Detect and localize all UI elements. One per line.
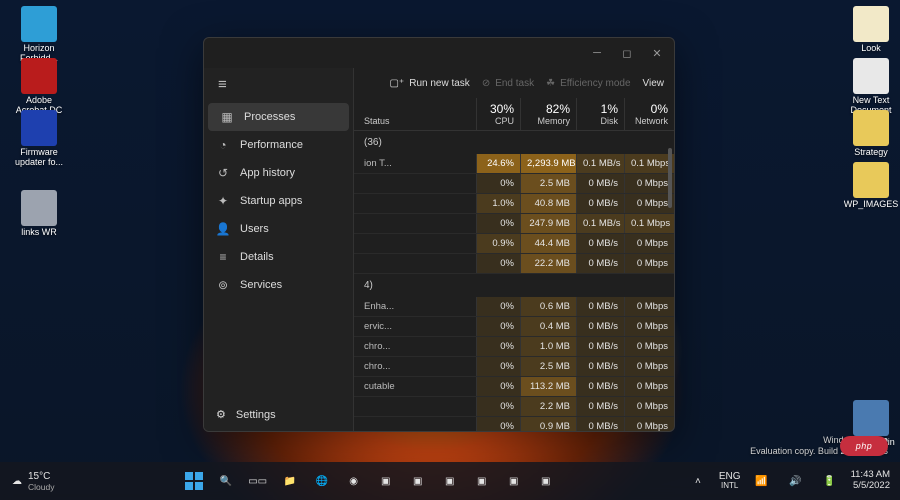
details-icon: ≡	[216, 250, 230, 264]
task-view-button[interactable]: ▭▭	[245, 468, 271, 494]
system-tray: ˄ ENGINTL 📶 🔊 🔋 11:43 AM5/5/2022	[685, 468, 900, 494]
hamburger-button[interactable]: ≡	[204, 68, 353, 103]
scrollbar-thumb[interactable]	[668, 148, 672, 208]
table-row[interactable]: cutable0%113.2 MB0 MB/s0 Mbps	[354, 377, 674, 397]
desktop-icon[interactable]: WP_IMAGES	[842, 162, 900, 210]
table-row[interactable]: Enha...0%0.6 MB0 MB/s0 Mbps	[354, 297, 674, 317]
file-icon	[853, 400, 889, 436]
nav-details[interactable]: ≡Details	[204, 243, 353, 271]
leaf-icon: ☘	[546, 78, 555, 89]
run-icon: ▢⁺	[389, 78, 404, 89]
battery-icon[interactable]: 🔋	[817, 468, 843, 494]
desktop-icon[interactable]: Look	[842, 6, 900, 54]
col-memory[interactable]: 82%Memory	[520, 98, 576, 130]
app-icon[interactable]: ▣	[533, 468, 559, 494]
app-icon[interactable]: ▣	[405, 468, 431, 494]
history-icon: ↺	[216, 166, 230, 180]
process-table: Status 30%CPU 82%Memory 1%Disk 0%Network…	[354, 98, 674, 431]
view-button[interactable]: View	[643, 78, 665, 89]
explorer-icon[interactable]: 📁	[277, 468, 303, 494]
stop-icon: ⊘	[482, 78, 490, 89]
efficiency-mode-button: ☘ Efficiency mode	[546, 78, 630, 89]
desktop-icon[interactable]: Adobe Acrobat DC	[10, 58, 68, 116]
col-cpu[interactable]: 30%CPU	[476, 98, 520, 130]
sidebar: ≡ ▦Processes◔Performance↺App history✦Sta…	[204, 68, 354, 431]
col-status[interactable]: Status	[354, 98, 476, 130]
weather-icon: ☁	[12, 476, 22, 487]
file-icon	[21, 6, 57, 42]
desktop-icon[interactable]: Strategy	[842, 110, 900, 158]
language-indicator[interactable]: ENGINTL	[719, 471, 741, 491]
table-row[interactable]: 0%247.9 MB0.1 MB/s0.1 Mbps	[354, 214, 674, 234]
file-icon	[853, 110, 889, 146]
nav-history[interactable]: ↺App history	[204, 159, 353, 187]
col-network[interactable]: 0%Network	[624, 98, 674, 130]
nav-startup[interactable]: ✦Startup apps	[204, 187, 353, 215]
table-row[interactable]: ervic...0%0.4 MB0 MB/s0 Mbps	[354, 317, 674, 337]
maximize-button[interactable]: ◻	[612, 41, 642, 65]
chrome-icon[interactable]: ◉	[341, 468, 367, 494]
desktop-icon[interactable]: Firmware updater fo...	[10, 110, 68, 168]
app-icon[interactable]: ▣	[501, 468, 527, 494]
table-row[interactable]: chro...0%2.5 MB0 MB/s0 Mbps	[354, 357, 674, 377]
minimize-button[interactable]: ─	[582, 41, 612, 65]
gear-icon: ⚙	[216, 408, 226, 421]
nav-processes[interactable]: ▦Processes	[208, 103, 349, 131]
table-row[interactable]: chro...0%1.0 MB0 MB/s0 Mbps	[354, 337, 674, 357]
table-row[interactable]: 0%2.5 MB0 MB/s0 Mbps	[354, 174, 674, 194]
desktop-icon[interactable]: Horizon Forbidd...	[10, 6, 68, 64]
task-manager-window: ─ ◻ ✕ ≡ ▦Processes◔Performance↺App histo…	[203, 37, 675, 432]
file-icon	[21, 58, 57, 94]
table-row[interactable]: 0%0.9 MB0 MB/s0 Mbps	[354, 417, 674, 431]
performance-icon: ◔	[216, 138, 230, 152]
app-icon[interactable]: ▣	[437, 468, 463, 494]
process-group[interactable]: 4)	[354, 274, 674, 297]
edge-icon[interactable]: 🌐	[309, 468, 335, 494]
nav-services[interactable]: ⊚Services	[204, 271, 353, 299]
wifi-icon[interactable]: 📶	[749, 468, 775, 494]
file-icon	[853, 162, 889, 198]
table-header: Status 30%CPU 82%Memory 1%Disk 0%Network	[354, 98, 674, 131]
clock[interactable]: 11:43 AM5/5/2022	[851, 470, 890, 492]
run-new-task-button[interactable]: ▢⁺ Run new task	[389, 78, 469, 89]
users-icon: 👤	[216, 222, 230, 236]
table-row[interactable]: 0%2.2 MB0 MB/s0 Mbps	[354, 397, 674, 417]
build-watermark: Windows 11 Pro Evaluation copy. Build 22…	[750, 435, 888, 458]
table-row[interactable]: 0%22.2 MB0 MB/s0 Mbps	[354, 254, 674, 274]
end-task-button: ⊘ End task	[482, 78, 534, 89]
nav-users[interactable]: 👤Users	[204, 215, 353, 243]
app-icon[interactable]: ▣	[373, 468, 399, 494]
table-row[interactable]: 0.9%44.4 MB0 MB/s0 Mbps	[354, 234, 674, 254]
services-icon: ⊚	[216, 278, 230, 292]
close-button[interactable]: ✕	[642, 41, 672, 65]
file-icon	[853, 6, 889, 42]
toolbar: ▢⁺ Run new task ⊘ End task ☘ Efficiency …	[354, 68, 674, 98]
desktop-icon[interactable]: New Text Document	[842, 58, 900, 116]
startup-icon: ✦	[216, 194, 230, 208]
table-row[interactable]: 1.0%40.8 MB0 MB/s0 Mbps	[354, 194, 674, 214]
settings-nav-item[interactable]: ⚙ Settings	[204, 400, 353, 431]
file-icon	[853, 58, 889, 94]
settings-label: Settings	[236, 409, 276, 421]
desktop-icon[interactable]: links WR	[10, 190, 68, 238]
titlebar[interactable]: ─ ◻ ✕	[204, 38, 674, 68]
search-button[interactable]: 🔍	[213, 468, 239, 494]
file-icon	[21, 190, 57, 226]
table-row[interactable]: ion T...24.6%2,293.9 MB0.1 MB/s0.1 Mbps	[354, 154, 674, 174]
nav-performance[interactable]: ◔Performance	[204, 131, 353, 159]
taskbar-center: 🔍 ▭▭ 📁 🌐 ◉ ▣ ▣ ▣ ▣ ▣ ▣	[54, 468, 684, 494]
volume-icon[interactable]: 🔊	[783, 468, 809, 494]
main-panel: ▢⁺ Run new task ⊘ End task ☘ Efficiency …	[354, 68, 674, 431]
processes-icon: ▦	[220, 110, 234, 124]
taskbar: ☁ 15°C Cloudy 🔍 ▭▭ 📁 🌐 ◉ ▣ ▣ ▣ ▣ ▣ ▣ ˄ E…	[0, 462, 900, 500]
tray-chevron-icon[interactable]: ˄	[685, 468, 711, 494]
col-disk[interactable]: 1%Disk	[576, 98, 624, 130]
process-group[interactable]: (36)	[354, 131, 674, 154]
start-button[interactable]	[181, 468, 207, 494]
app-icon[interactable]: ▣	[469, 468, 495, 494]
file-icon	[21, 110, 57, 146]
taskbar-weather[interactable]: ☁ 15°C Cloudy	[0, 471, 54, 492]
